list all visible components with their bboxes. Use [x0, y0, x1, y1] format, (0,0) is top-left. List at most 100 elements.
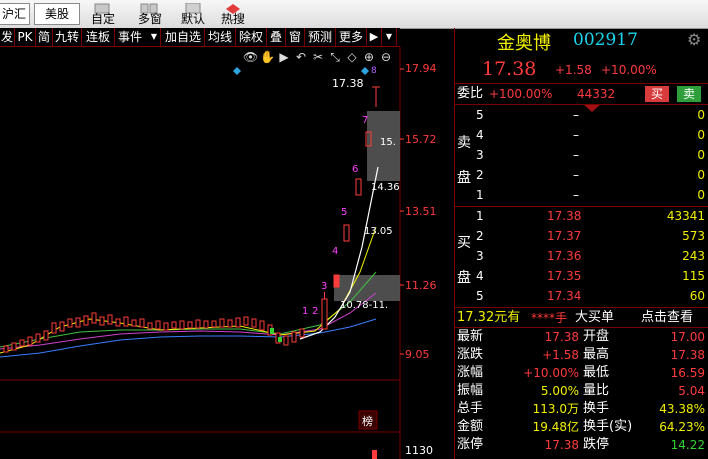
- tool-die[interactable]: 叠: [267, 28, 286, 46]
- scissors-icon[interactable]: ✂: [311, 50, 325, 64]
- tool-lianban[interactable]: 连板: [82, 28, 115, 46]
- ma-line-green: [0, 271, 377, 348]
- settings-gear-icon[interactable]: ⚙: [687, 30, 701, 49]
- tool-shijian-label: 事件: [118, 30, 143, 44]
- step-2: 2: [312, 306, 319, 317]
- stat-label: 换手: [583, 401, 610, 416]
- axis-label-3: 13.51: [405, 205, 437, 218]
- sell-row[interactable]: 2 – 0: [455, 165, 708, 185]
- tool-pk[interactable]: PK: [15, 28, 36, 46]
- kline-chart: [0, 47, 404, 459]
- moren-button[interactable]: 默认: [176, 10, 210, 27]
- price-top-label: 17.38: [332, 77, 364, 90]
- stat-row: 涨跌 +1.58 最高 17.38: [455, 346, 708, 364]
- resou-button[interactable]: 热搜: [216, 10, 250, 27]
- stock-code: 002917: [573, 30, 638, 50]
- next-icon[interactable]: ▶: [367, 28, 382, 46]
- tool-yuce[interactable]: 预测: [305, 28, 336, 46]
- menu-dropdown-icon[interactable]: ▼: [382, 28, 397, 46]
- tab-meigu[interactable]: 美股: [34, 3, 80, 25]
- step-1: 1: [302, 306, 309, 317]
- stat-value: 43.38%: [659, 402, 705, 416]
- stat-row: 总手 113.0万 换手 43.38%: [455, 400, 708, 418]
- stat-label: 金额: [457, 419, 484, 434]
- stat-row: 涨幅 +10.00% 最低 16.59: [455, 364, 708, 382]
- buy-row[interactable]: 2 17.37 573: [455, 226, 708, 246]
- zixuan-button[interactable]: 自定: [86, 10, 120, 27]
- axis-label-1: 17.94: [405, 62, 437, 75]
- mid-15-label: 15.: [380, 137, 396, 148]
- axis-label-4: 11.26: [405, 279, 437, 292]
- chart-icon-bar: 👁 ✋ ▶ ↶ ✂ ⤡ ◇ ⊕ ⊖: [243, 48, 401, 64]
- buy-row[interactable]: 3 17.36 243: [455, 246, 708, 266]
- buy-level: 5: [476, 289, 484, 303]
- tool-chuquan[interactable]: 除权: [236, 28, 267, 46]
- sell-vol: 0: [697, 128, 705, 142]
- tool-jiuzhuan[interactable]: 九转: [53, 28, 82, 46]
- price-change: +1.58: [555, 63, 592, 77]
- buy-level: 1: [476, 209, 484, 223]
- diamond-marker-1: [233, 67, 241, 75]
- quote-panel: 金奥博 002917 ⚙ 17.38 +1.58 +10.00% 委比 +100…: [454, 28, 708, 459]
- sell-button[interactable]: 卖: [677, 86, 701, 102]
- big-order-amount: 17.32元有: [457, 310, 521, 325]
- big-order-link[interactable]: 点击查看: [641, 308, 693, 328]
- buy-row[interactable]: 1 17.38 43341: [455, 206, 708, 226]
- bottom-range-label: 10.78-11.: [340, 300, 389, 311]
- stat-label: 最新: [457, 329, 484, 344]
- stat-value: 17.38: [544, 330, 579, 344]
- zoom-out-icon[interactable]: ⊖: [379, 50, 393, 64]
- sell-level: 5: [476, 108, 484, 122]
- sell-row[interactable]: 1 – 0: [455, 185, 708, 205]
- duochuang-button[interactable]: 多窗: [133, 10, 167, 27]
- diamond-icon[interactable]: ◇: [345, 50, 359, 64]
- buy-row[interactable]: 5 17.34 60: [455, 286, 708, 306]
- top-toolbar: 沪汇 美股 自定 多窗 默认 热搜: [0, 0, 708, 29]
- stat-row: 振幅 5.00% 量比 5.04: [455, 382, 708, 400]
- sell-row[interactable]: 5 – 0: [455, 105, 708, 125]
- stat-row: 金额 19.48亿 换手(实) 64.23%: [455, 418, 708, 436]
- step-3: 3: [321, 281, 328, 292]
- sell-row[interactable]: 4 – 0: [455, 125, 708, 145]
- zoom-in-icon[interactable]: ⊕: [362, 50, 376, 64]
- tool-gengduo[interactable]: 更多: [336, 28, 367, 46]
- back-icon[interactable]: ↶: [294, 50, 308, 64]
- play-icon[interactable]: ▶: [277, 50, 291, 64]
- tool-jian[interactable]: 简: [36, 28, 53, 46]
- sell-vol: 0: [697, 108, 705, 122]
- price-pct: +10.00%: [601, 63, 657, 77]
- stat-value: 19.48亿: [532, 420, 579, 434]
- shrink-icon[interactable]: ⤡: [328, 50, 342, 64]
- stat-label: 振幅: [457, 383, 484, 398]
- stat-row: 涨停 17.38 跌停 14.22: [455, 436, 708, 454]
- tool-add-watch[interactable]: 加自选: [162, 28, 205, 46]
- sell-vol: 0: [697, 148, 705, 162]
- buy-price: 17.37: [547, 229, 582, 243]
- sell-price: –: [573, 128, 579, 142]
- buy-row[interactable]: 4 17.35 115: [455, 266, 708, 286]
- stat-value: 64.23%: [659, 420, 705, 434]
- step-5: 5: [341, 207, 348, 218]
- eye-icon[interactable]: 👁: [243, 50, 258, 64]
- buy-level: 2: [476, 229, 484, 243]
- mid-1436-label: 14.36: [371, 182, 400, 193]
- big-order-row: 17.32元有 ****手 大买单 点击查看: [455, 308, 708, 328]
- diamond-8-label: 8: [371, 66, 377, 76]
- step-4: 4: [332, 246, 339, 257]
- weibi-pct: +100.00%: [489, 87, 553, 101]
- tool-chuang[interactable]: 窗: [286, 28, 305, 46]
- hand-icon[interactable]: ✋: [260, 50, 275, 64]
- buy-price: 17.34: [547, 289, 582, 303]
- buy-button[interactable]: 买: [645, 86, 669, 102]
- buy-price: 17.36: [547, 249, 582, 263]
- tool-junxian[interactable]: 均线: [205, 28, 236, 46]
- price-line: 17.38 +1.58 +10.00%: [455, 58, 708, 82]
- tool-fa[interactable]: 发: [0, 28, 15, 46]
- stat-label: 涨跌: [457, 347, 484, 362]
- sell-row[interactable]: 3 – 0: [455, 145, 708, 165]
- axis-label-5: 9.05: [405, 348, 430, 361]
- axis-label-2: 15.72: [405, 133, 437, 146]
- tool-shijian[interactable]: 事件 ▼: [115, 28, 161, 46]
- tab-huhui[interactable]: 沪汇: [0, 3, 30, 25]
- stat-label: 跌停: [583, 437, 610, 452]
